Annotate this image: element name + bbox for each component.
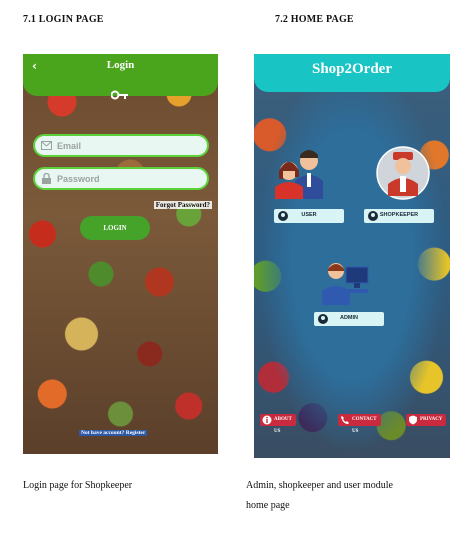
lock-icon <box>42 173 51 184</box>
password-placeholder: Password <box>57 174 100 184</box>
contact-icon <box>341 416 349 424</box>
home-caption-line2: home page <box>246 500 290 511</box>
shopkeeper-button-label: SHOPKEEPER <box>379 212 419 218</box>
admin-button[interactable]: ADMIN <box>314 312 384 326</box>
home-section-heading: 7.2 HOME PAGE <box>275 14 354 25</box>
shopkeeper-button[interactable]: SHOPKEEPER <box>364 209 434 223</box>
admin-button-label: ADMIN <box>339 315 359 321</box>
app-title: Shop2Order <box>311 61 392 77</box>
key-icon <box>111 90 128 100</box>
about-icon <box>262 415 272 425</box>
login-title: Login <box>106 59 135 71</box>
user-avatar <box>275 150 323 199</box>
home-screenshot: Shop2Order USER SHOPKEEPER ADMIN ABOUT U… <box>254 54 450 458</box>
email-placeholder: Email <box>57 141 82 151</box>
register-link[interactable]: Not have account? Register <box>79 430 148 436</box>
password-field[interactable]: Password <box>33 167 209 190</box>
login-caption: Login page for Shopkeeper <box>23 480 133 491</box>
user-button[interactable]: USER <box>274 209 344 223</box>
shopkeeper-avatar <box>376 146 430 200</box>
home-app-bar: Shop2Order <box>254 54 450 92</box>
login-button[interactable]: LOGIN <box>80 216 150 240</box>
login-section-heading: 7.1 LOGIN PAGE <box>23 14 104 25</box>
email-field[interactable]: Email <box>33 134 209 157</box>
forgot-password-link[interactable]: Forgot Password? <box>153 201 212 209</box>
admin-avatar <box>322 263 369 305</box>
email-icon <box>41 141 52 150</box>
home-caption-line1: Admin, shopkeeper and user module <box>246 480 393 491</box>
user-button-label: USER <box>301 212 317 218</box>
privacy-icon <box>409 415 417 425</box>
login-screenshot: ‹ Login Email Password Forgot Password? … <box>23 54 218 454</box>
